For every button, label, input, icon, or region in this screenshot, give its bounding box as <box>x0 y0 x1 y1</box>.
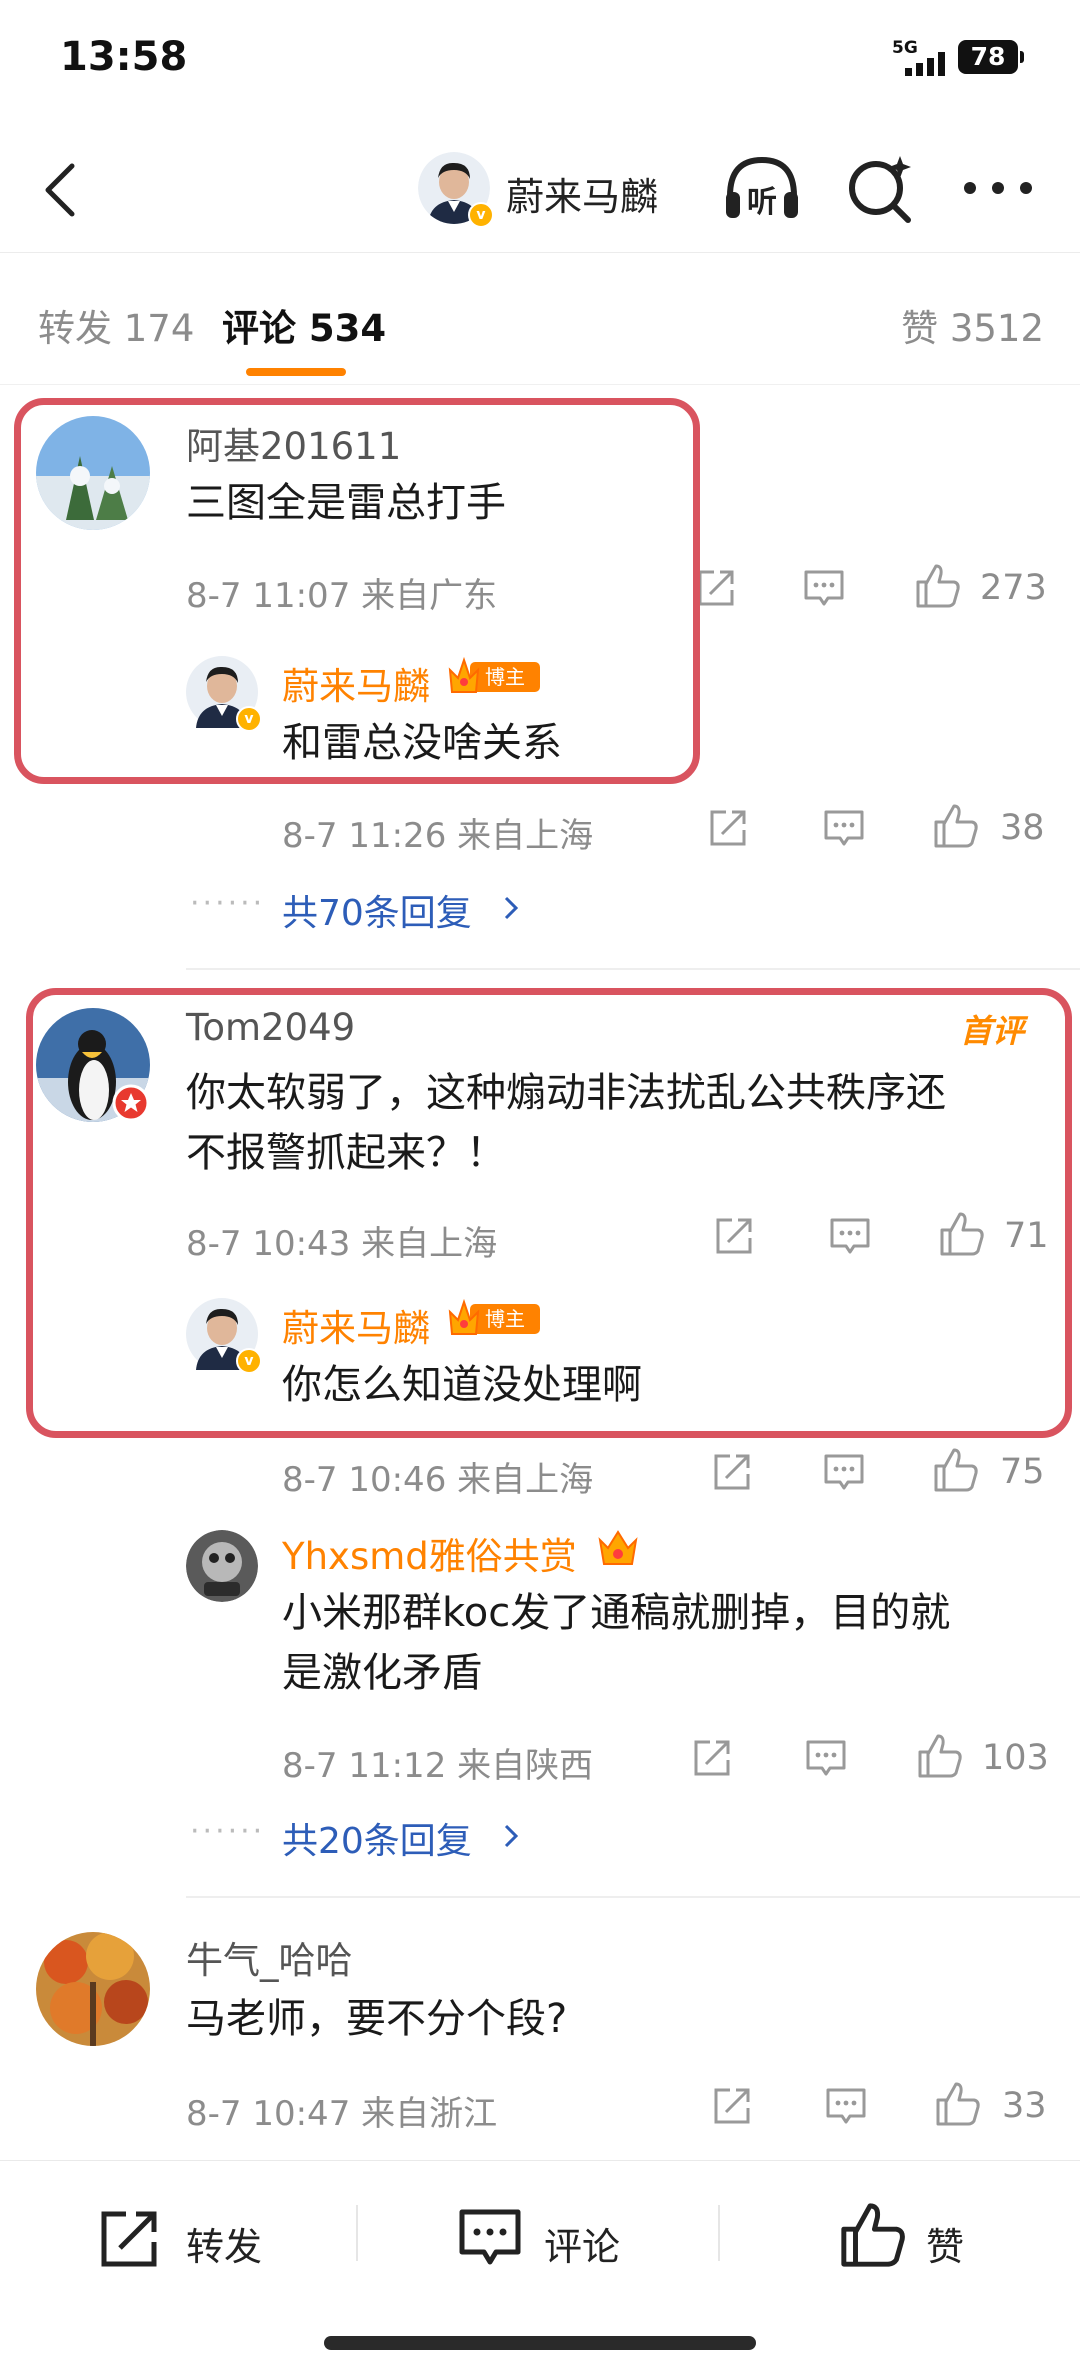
reply-meta: 8-7 10:46 来自上海 <box>282 1460 594 1500</box>
tab-likes[interactable]: 赞 3512 <box>901 298 1044 352</box>
comment-meta: 8-7 10:47 来自浙江 <box>186 2094 498 2134</box>
header-avatar[interactable]: v <box>418 152 494 228</box>
bottom-bar-divider <box>0 2160 1080 2161</box>
reply-username[interactable]: Yhxsmd雅俗共赏 <box>282 1526 577 1580</box>
comment-icon[interactable] <box>822 806 866 850</box>
reply-meta: 8-7 11:12 来自陕西 <box>282 1746 594 1786</box>
comment-icon[interactable] <box>824 2084 868 2128</box>
reply-meta: 8-7 11:26 来自上海 <box>282 816 594 856</box>
more-replies-link[interactable]: 共20条回复 <box>282 1812 472 1864</box>
like-count: 33 <box>1002 2086 1047 2126</box>
like-icon[interactable] <box>934 2080 982 2128</box>
highlight-box <box>26 988 1072 1438</box>
battery-icon: 78 <box>958 40 1024 74</box>
reply-text-line1: 小米那群koc发了通稿就删掉，目的就 <box>282 1590 951 1636</box>
search-icon[interactable] <box>838 146 922 230</box>
active-tab-indicator <box>246 368 346 376</box>
like-count: 103 <box>982 1738 1049 1778</box>
replies-ellipsis: ······ <box>190 886 266 921</box>
like-count: 75 <box>1000 1452 1045 1492</box>
comment-icon[interactable] <box>822 1450 866 1494</box>
chevron-right-icon <box>504 896 519 920</box>
reply-text-line2: 是激化矛盾 <box>282 1650 482 1696</box>
comment-divider <box>186 968 1080 970</box>
share-icon[interactable] <box>694 566 738 610</box>
status-time: 13:58 <box>60 34 188 80</box>
comment-divider <box>186 1896 1080 1898</box>
repost-icon[interactable] <box>96 2206 162 2272</box>
repost-button[interactable]: 转发 <box>186 2216 262 2271</box>
reply-avatar[interactable] <box>186 1530 258 1602</box>
like-count: 273 <box>980 568 1047 608</box>
home-indicator[interactable] <box>324 2336 756 2350</box>
share-icon[interactable] <box>710 2084 754 2128</box>
header-title[interactable]: 蔚来马麟 <box>506 166 658 221</box>
replies-ellipsis: ······ <box>190 1814 266 1849</box>
like-icon[interactable] <box>916 1732 964 1780</box>
like-count: 38 <box>1000 808 1045 848</box>
chevron-right-icon <box>504 1824 519 1848</box>
listen-icon[interactable]: 听 <box>720 146 804 230</box>
bottom-separator <box>356 2205 358 2261</box>
comment-button[interactable]: 评论 <box>544 2216 620 2271</box>
share-icon[interactable] <box>706 806 750 850</box>
comment-username[interactable]: 牛气_哈哈 <box>186 1930 353 1984</box>
back-icon[interactable] <box>38 160 88 220</box>
like-icon[interactable] <box>932 802 980 850</box>
like-icon[interactable] <box>914 562 962 610</box>
share-icon[interactable] <box>710 1450 754 1494</box>
tab-comment[interactable]: 评论 534 <box>222 298 386 352</box>
svg-text:听: 听 <box>747 185 777 220</box>
highlight-box <box>14 398 700 784</box>
more-replies-link[interactable]: 共70条回复 <box>282 884 472 936</box>
comment-icon[interactable] <box>804 1736 848 1780</box>
like-bottom-icon[interactable] <box>838 2200 908 2270</box>
more-icon[interactable] <box>956 146 1040 230</box>
tabs-divider <box>0 384 1080 385</box>
comment-icon[interactable] <box>802 566 846 610</box>
header-divider <box>0 252 1080 253</box>
like-button[interactable]: 赞 <box>926 2216 964 2271</box>
like-icon[interactable] <box>932 1446 980 1494</box>
signal-icon <box>905 52 945 76</box>
comment-text: 马老师，要不分个段? <box>186 1996 568 2042</box>
share-icon[interactable] <box>690 1736 734 1780</box>
comment-avatar[interactable] <box>36 1932 150 2046</box>
comment-bottom-icon[interactable] <box>456 2204 524 2272</box>
tab-repost[interactable]: 转发 174 <box>38 298 194 352</box>
bottom-separator <box>718 2205 720 2261</box>
crown-badge-icon <box>598 1530 638 1565</box>
